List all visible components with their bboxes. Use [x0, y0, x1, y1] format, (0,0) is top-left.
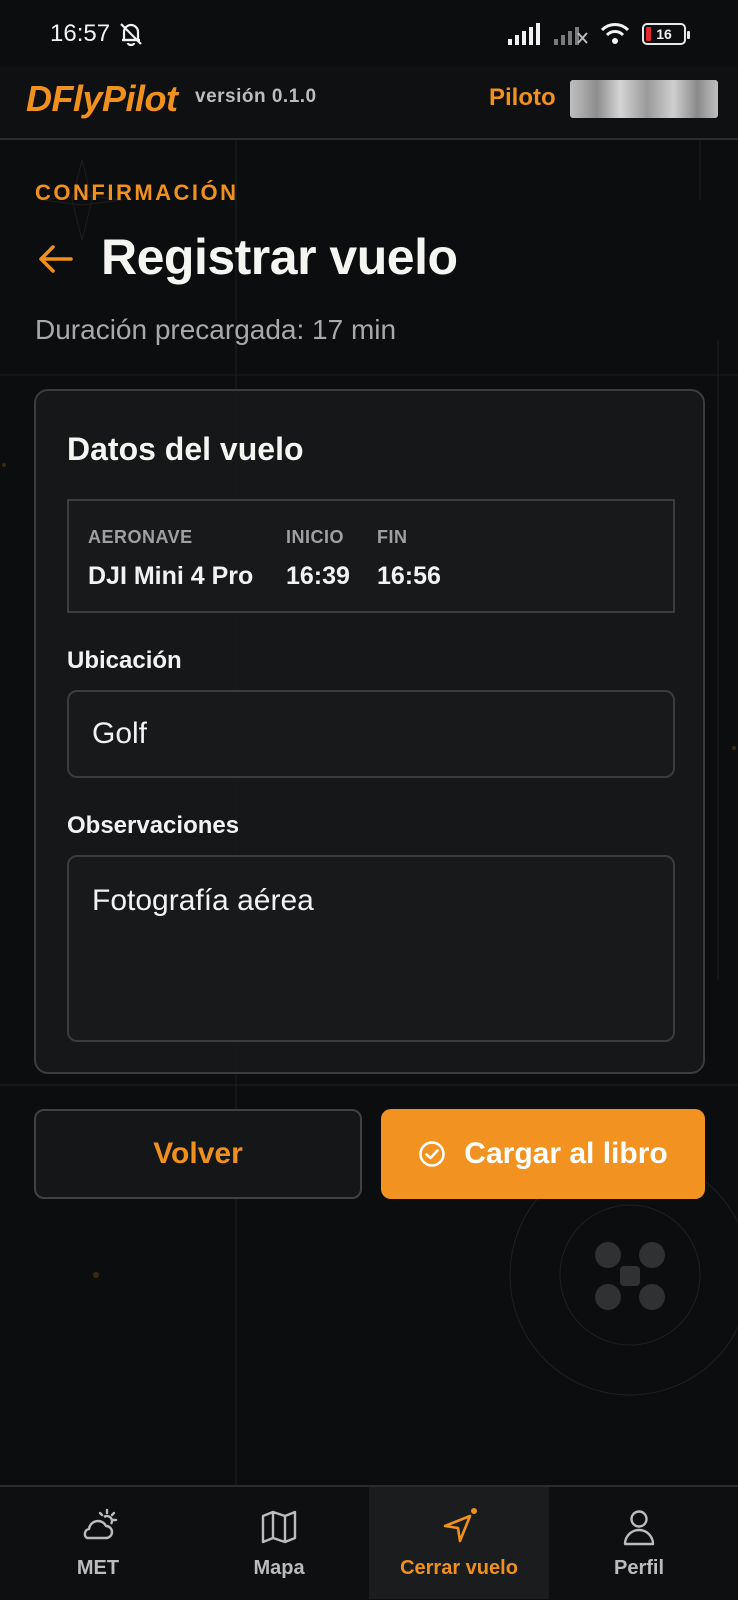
submit-to-logbook-button[interactable]: Cargar al libro — [381, 1109, 705, 1199]
page-title: Registrar vuelo — [101, 229, 458, 285]
aircraft-column: AERONAVE DJI Mini 4 Pro — [88, 527, 253, 591]
brand-logo: DFlyPilot — [26, 78, 178, 119]
nav-label-met: MET — [76, 1557, 120, 1579]
app-version: versión 0.1.0 — [195, 86, 317, 107]
start-label: INICIO — [286, 527, 345, 547]
check-circle-icon — [419, 1141, 446, 1167]
nav-label-close-flight: Cerrar vuelo — [400, 1557, 518, 1579]
end-column: FIN 16:56 — [377, 527, 441, 591]
pilot-name-redacted — [570, 80, 718, 118]
section-eyebrow: CONFIRMACIÓN — [35, 180, 239, 205]
nav-item-map[interactable]: Mapa — [190, 1487, 368, 1599]
map-icon — [261, 1510, 297, 1544]
card-title: Datos del vuelo — [67, 431, 304, 467]
bottom-navigation: MET Mapa Cerrar vuelo Perfil — [0, 1485, 738, 1600]
user-icon — [623, 1510, 655, 1546]
end-value: 16:56 — [377, 562, 441, 590]
arrow-left-icon — [39, 245, 73, 273]
signal-icon — [508, 23, 540, 45]
notes-label: Observaciones — [67, 812, 240, 839]
aircraft-label: AERONAVE — [88, 527, 193, 547]
signal-no-service-icon — [554, 27, 588, 45]
nav-label-profile: Perfil — [613, 1557, 665, 1579]
nav-item-profile[interactable]: Perfil — [552, 1487, 726, 1599]
location-input[interactable] — [67, 690, 675, 778]
drone-watermark-icon — [595, 1242, 665, 1310]
navigation-arrow-icon — [443, 1508, 477, 1543]
preloaded-duration: Duración precargada: 17 min — [35, 314, 397, 345]
nav-item-close-flight[interactable]: Cerrar vuelo — [369, 1487, 549, 1599]
battery-level: 16 — [656, 26, 672, 42]
start-column: INICIO 16:39 — [286, 527, 350, 591]
back-action-button[interactable]: Volver — [34, 1109, 362, 1199]
battery-indicator: 16 — [642, 23, 690, 45]
bell-off-icon — [120, 23, 142, 47]
wifi-icon — [600, 23, 630, 44]
status-time: 16:57 — [50, 20, 111, 47]
submit-label: Cargar al libro — [464, 1137, 668, 1170]
flight-data-card: Datos del vuelo AERONAVE DJI Mini 4 Pro … — [34, 389, 705, 1074]
back-button[interactable] — [30, 234, 80, 284]
start-value: 16:39 — [286, 562, 350, 590]
weather-icon — [83, 1508, 118, 1540]
back-action-label: Volver — [153, 1137, 243, 1170]
aircraft-value: DJI Mini 4 Pro — [88, 562, 254, 590]
pilot-label: Piloto — [489, 84, 556, 111]
flight-summary-box: AERONAVE DJI Mini 4 Pro INICIO 16:39 FIN… — [67, 499, 675, 613]
nav-label-map: Mapa — [253, 1557, 305, 1579]
nav-item-met[interactable]: MET — [12, 1487, 184, 1599]
end-label: FIN — [377, 527, 408, 547]
status-bar: 16:57 16 — [0, 0, 738, 66]
location-label: Ubicación — [67, 647, 182, 674]
notes-textarea[interactable]: Fotografía aérea — [67, 855, 675, 1042]
app-header: DFlyPilot versión 0.1.0 Piloto — [0, 66, 738, 140]
